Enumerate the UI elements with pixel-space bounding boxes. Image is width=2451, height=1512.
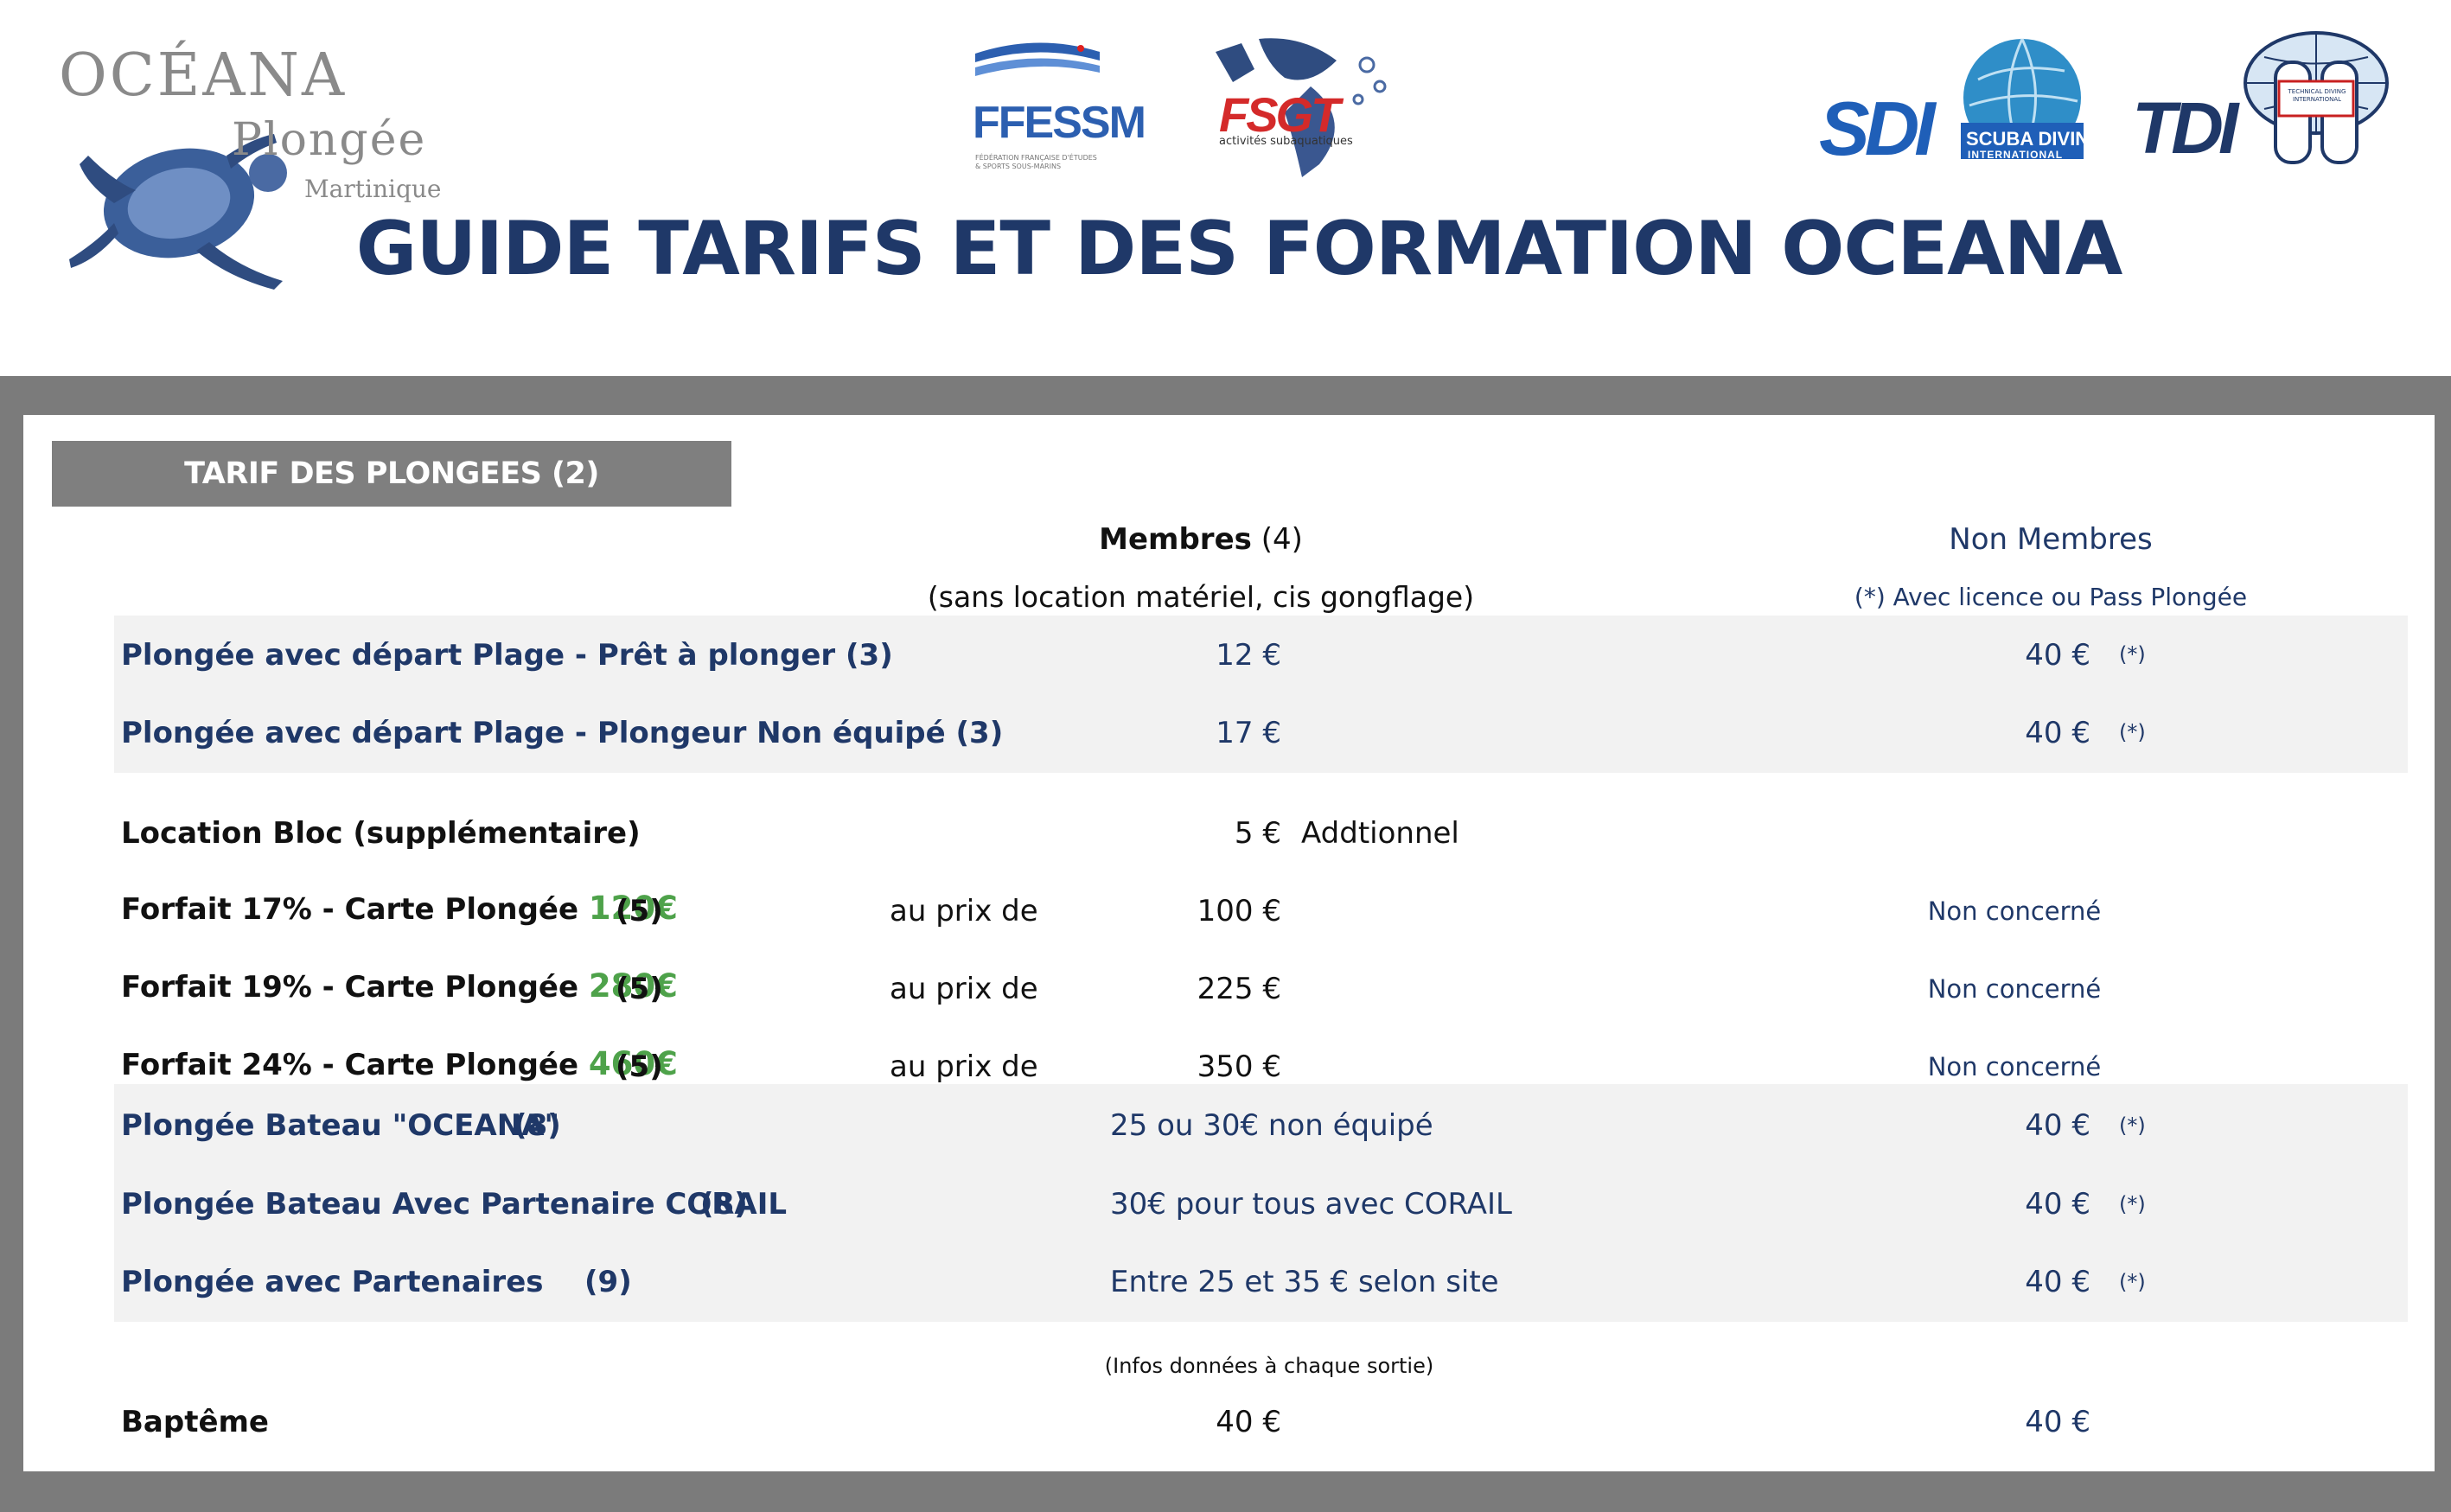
row-label: Plongée avec départ Plage - Prêt à plong… bbox=[121, 638, 893, 673]
non-member-price: 40 € bbox=[2025, 716, 2090, 750]
au-prix-label: au prix de bbox=[890, 894, 1038, 928]
infos-note: (Infos données à chaque sortie) bbox=[1104, 1354, 1434, 1378]
sdi-logo-text: SDI bbox=[1819, 86, 1936, 171]
non-member-price: 40 € bbox=[2025, 1265, 2090, 1299]
member-price: Entre 25 et 35 € selon site bbox=[1110, 1265, 1499, 1299]
member-price: 12 € bbox=[1216, 638, 1281, 673]
member-extra: Addtionnel bbox=[1301, 816, 1459, 851]
row-label: Plongée avec départ Plage - Plongeur Non… bbox=[121, 716, 1004, 750]
member-price: 350 € bbox=[1197, 1049, 1281, 1084]
non-member-price: Non concerné bbox=[1927, 1052, 2102, 1081]
non-members-header: Non Membres bbox=[1949, 522, 2153, 557]
au-prix-label: au prix de bbox=[890, 972, 1038, 1006]
member-price: 25 ou 30€ non équipé bbox=[1110, 1108, 1433, 1143]
license-note: (*) bbox=[2119, 720, 2146, 744]
non-member-price: 40 € bbox=[2025, 638, 2090, 673]
members-header: Membres (4) bbox=[1099, 525, 1303, 554]
members-subheader: (sans location matériel, cis gongflage) bbox=[927, 580, 1475, 614]
member-price: 100 € bbox=[1197, 894, 1281, 928]
license-note: (*) bbox=[2119, 1192, 2146, 1216]
row-label-text: Forfait 24% - Carte Plongée bbox=[121, 1048, 589, 1082]
sdi-logo-subtext-2: INTERNATIONAL bbox=[1968, 149, 2064, 161]
oceana-logo-text-2: Plongée bbox=[232, 114, 427, 166]
au-prix-label: au prix de bbox=[890, 1049, 1038, 1084]
row-note: (5) bbox=[616, 894, 663, 928]
member-price: 225 € bbox=[1197, 972, 1281, 1006]
row-label: Forfait 19% - Carte Plongée 280€ bbox=[121, 970, 678, 1002]
license-note: (*) bbox=[2119, 642, 2146, 667]
page-title: GUIDE TARIFS ET DES FORMATION OCEANA bbox=[355, 206, 2123, 292]
members-header-label: Membres bbox=[1099, 522, 1252, 557]
non-member-price: Non concerné bbox=[1927, 974, 2102, 1004]
ffessm-wave-icon bbox=[975, 42, 1100, 76]
tdi-logo-subtext: TECHNICAL DIVING INTERNATIONAL bbox=[2288, 88, 2346, 104]
row-note: (8) bbox=[514, 1108, 561, 1143]
oceana-logo-text-1: OCÉANA bbox=[59, 41, 348, 110]
row-label: Plongée Bateau "OCEANA" bbox=[121, 1108, 560, 1143]
section-header: TARIF DES PLONGEES (2) bbox=[52, 441, 731, 507]
row-note: (8) bbox=[700, 1187, 748, 1222]
license-note: (*) bbox=[2119, 1113, 2146, 1138]
row-label: Forfait 24% - Carte Plongée 460€ bbox=[121, 1048, 678, 1080]
non-members-subheader: (*) Avec licence ou Pass Plongée bbox=[1854, 583, 2248, 611]
non-member-price: Non concerné bbox=[1927, 896, 2102, 926]
member-price: 5 € bbox=[1234, 816, 1281, 851]
fsgt-logo-subtext: activités subaquatiques bbox=[1219, 135, 1353, 148]
license-note: (*) bbox=[2119, 1270, 2146, 1294]
member-price: 40 € bbox=[1216, 1405, 1281, 1439]
non-member-price: 40 € bbox=[2025, 1108, 2090, 1143]
member-price: 17 € bbox=[1216, 716, 1281, 750]
row-label: Plongée Bateau Avec Partenaire CORAIL bbox=[121, 1187, 788, 1222]
row-label: Location Bloc (supplémentaire) bbox=[121, 816, 641, 851]
ffessm-logo-text: FFESSM bbox=[973, 98, 1146, 148]
row-label: Plongée avec Partenaires bbox=[121, 1265, 544, 1299]
row-note: (5) bbox=[616, 972, 663, 1006]
member-price: 30€ pour tous avec CORAIL bbox=[1110, 1187, 1512, 1222]
sdi-logo-subtext-1: SCUBA DIVING bbox=[1966, 128, 2104, 150]
row-label-text: Forfait 17% - Carte Plongée bbox=[121, 892, 589, 927]
oceana-logo-text-3: Martinique bbox=[304, 175, 442, 203]
row-note: (9) bbox=[584, 1265, 632, 1299]
non-member-price: 40 € bbox=[2025, 1187, 2090, 1222]
members-header-note: (4) bbox=[1251, 522, 1303, 557]
row-label: Baptême bbox=[121, 1405, 269, 1439]
ffessm-logo-subtext: FÉDÉRATION FRANÇAISE D'ÉTUDES & SPORTS S… bbox=[975, 154, 1097, 170]
non-member-price: 40 € bbox=[2025, 1405, 2090, 1439]
tdi-logo-text: TDI bbox=[2132, 87, 2238, 169]
row-label-text: Forfait 19% - Carte Plongée bbox=[121, 970, 589, 1005]
row-label: Forfait 17% - Carte Plongée 120€ bbox=[121, 892, 678, 924]
row-note: (5) bbox=[616, 1049, 663, 1084]
